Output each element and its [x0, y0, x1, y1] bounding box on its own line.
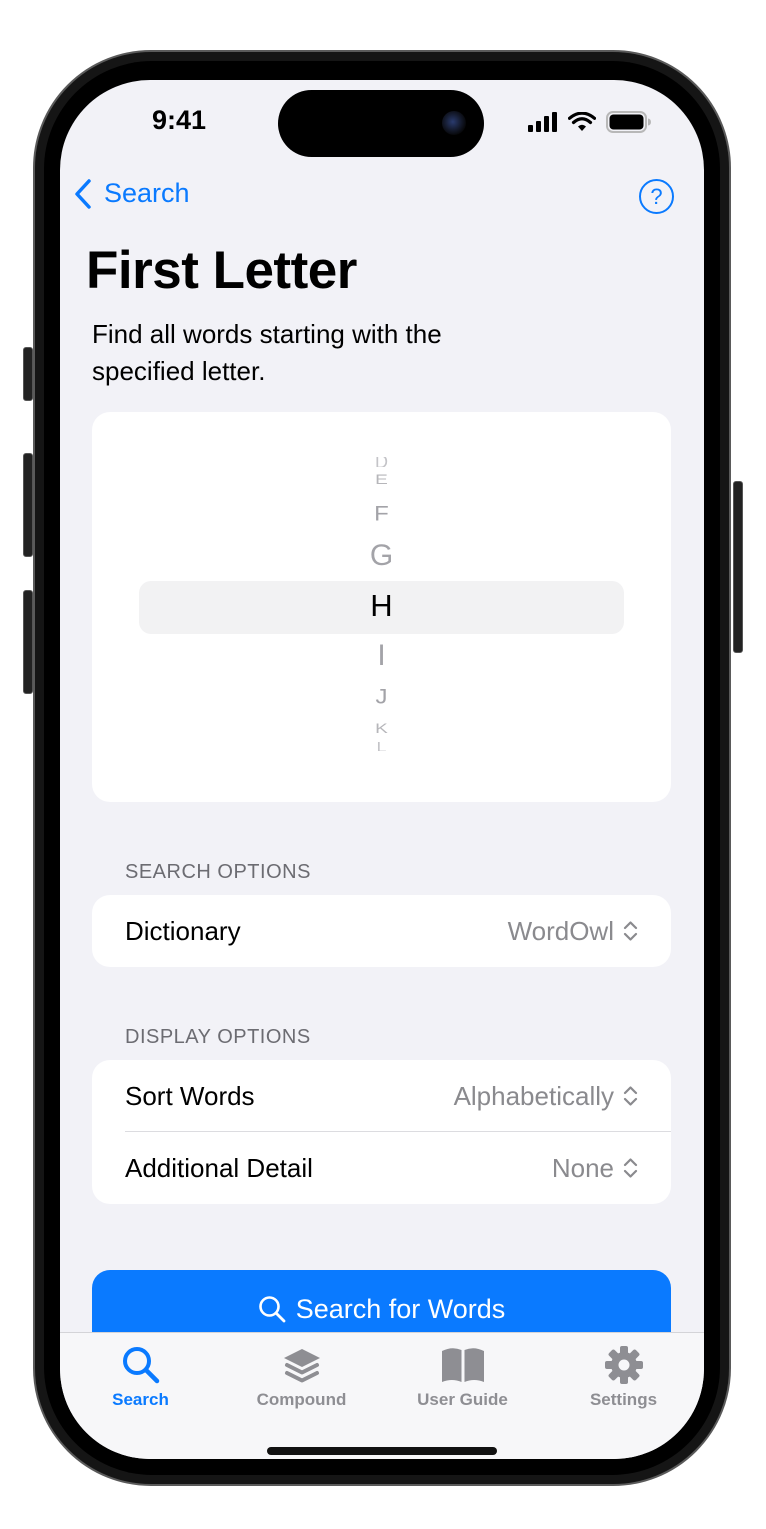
tab-settings-label: Settings — [589, 1390, 658, 1409]
picker-option[interactable]: G — [92, 538, 671, 574]
chevron-left-icon — [75, 178, 91, 209]
sort-words-value[interactable]: Alphabetically — [454, 1081, 638, 1112]
picker-option[interactable]: E — [92, 471, 671, 489]
dictionary-row[interactable]: Dictionary WordOwl — [92, 895, 671, 967]
search-icon — [122, 1347, 159, 1384]
picker-option[interactable]: K — [92, 720, 671, 738]
tab-compound[interactable]: Compound — [221, 1333, 382, 1423]
wifi-icon — [568, 112, 596, 131]
back-button-label: Search — [104, 178, 190, 208]
status-icons — [528, 111, 652, 133]
volume-up-button — [23, 453, 33, 557]
tab-user-guide[interactable]: User Guide — [382, 1333, 543, 1423]
power-button — [733, 481, 743, 653]
additional-detail-row[interactable]: Additional Detail None — [92, 1132, 671, 1204]
letter-picker[interactable]: D E F G H I J K L — [92, 412, 671, 802]
battery-icon — [606, 111, 651, 133]
tab-user-guide-label: User Guide — [417, 1390, 508, 1409]
search-options-header: SEARCH OPTIONS — [125, 861, 311, 883]
gear-icon — [604, 1346, 643, 1384]
back-button[interactable]: Search — [74, 178, 190, 209]
chevron-up-down-icon — [623, 921, 638, 941]
display-options-header: DISPLAY OPTIONS — [125, 1026, 311, 1048]
page-title: First Letter — [86, 241, 357, 300]
help-button[interactable]: ? — [639, 179, 674, 214]
additional-detail-label: Additional Detail — [125, 1152, 313, 1183]
book-icon — [441, 1348, 484, 1382]
cellular-signal-icon — [528, 112, 557, 132]
magnifying-glass-icon — [258, 1296, 286, 1323]
tab-search[interactable]: Search — [60, 1333, 221, 1423]
home-indicator[interactable] — [267, 1447, 497, 1455]
dictionary-value-text: WordOwl — [507, 915, 614, 946]
chevron-up-down-icon — [623, 1086, 638, 1106]
tab-search-label: Search — [112, 1390, 169, 1409]
tab-settings[interactable]: Settings — [543, 1333, 704, 1423]
picker-option-selected[interactable]: H — [92, 588, 671, 624]
additional-detail-value[interactable]: None — [552, 1153, 638, 1184]
dictionary-value[interactable]: WordOwl — [508, 916, 638, 947]
dynamic-island — [278, 90, 484, 157]
picker-option[interactable]: L — [92, 742, 671, 751]
picker-option[interactable]: D — [92, 457, 671, 467]
action-button — [23, 347, 33, 401]
layers-icon — [283, 1349, 320, 1383]
picker-option[interactable]: F — [92, 501, 671, 528]
app-screen: 9:41 Search ? First Letter Find all word — [60, 80, 704, 1459]
chevron-up-down-icon — [623, 1158, 638, 1178]
sort-words-value-text: Alphabetically — [453, 1080, 614, 1111]
display-options-card: Sort Words Alphabetically Additional Det… — [92, 1060, 671, 1204]
volume-down-button — [23, 590, 33, 694]
sort-words-row[interactable]: Sort Words Alphabetically — [92, 1060, 671, 1132]
picker-option[interactable]: I — [92, 638, 671, 674]
additional-detail-value-text: None — [551, 1152, 614, 1183]
dictionary-label: Dictionary — [125, 915, 241, 946]
tab-bar: Search Compound User Guide Settings — [60, 1332, 704, 1459]
tab-compound-label: Compound — [256, 1390, 347, 1409]
question-mark-icon: ? — [650, 184, 663, 209]
status-time: 9:41 — [152, 105, 207, 135]
sort-words-label: Sort Words — [125, 1080, 255, 1111]
page-subtitle: Find all words starting with the specifi… — [92, 319, 442, 386]
picker-option[interactable]: J — [92, 684, 671, 711]
search-options-card: Dictionary WordOwl — [92, 895, 671, 967]
front-camera — [442, 111, 466, 135]
